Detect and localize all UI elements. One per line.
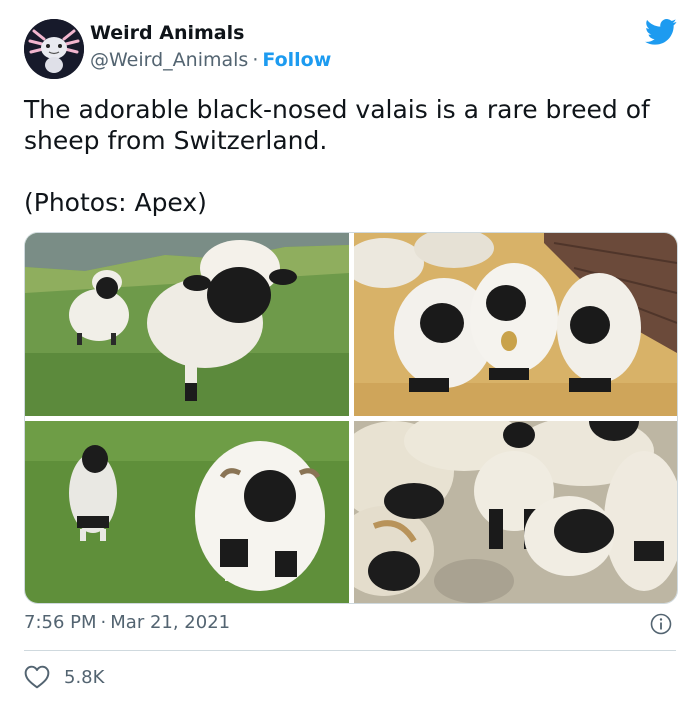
sheep-photo-2 bbox=[354, 233, 677, 416]
media-grid bbox=[24, 232, 678, 604]
twitter-bird-icon[interactable] bbox=[645, 18, 677, 46]
axolotl-avatar-image bbox=[24, 19, 84, 79]
author-handle[interactable]: @Weird_Animals bbox=[90, 49, 248, 71]
tweet-time: 7:56 PM bbox=[24, 612, 97, 633]
author-name[interactable]: Weird Animals bbox=[90, 22, 244, 44]
heart-icon[interactable] bbox=[24, 665, 50, 689]
info-icon[interactable] bbox=[650, 613, 672, 635]
tweet-credit: (Photos: Apex) bbox=[24, 188, 207, 217]
like-action[interactable]: 5.8K bbox=[24, 664, 104, 690]
divider bbox=[24, 650, 676, 651]
author-handle-row: @Weird_Animals · Follow bbox=[90, 49, 331, 71]
follow-button[interactable]: Follow bbox=[262, 49, 331, 71]
like-count: 5.8K bbox=[64, 666, 105, 688]
sheep-photo-4 bbox=[354, 421, 677, 603]
photo-2[interactable] bbox=[354, 233, 677, 416]
separator-dot: · bbox=[252, 49, 259, 71]
tweet-card: Weird Animals @Weird_Animals · Follow The … bbox=[0, 0, 700, 703]
photo-1[interactable] bbox=[25, 233, 349, 416]
separator-dot: · bbox=[100, 612, 107, 633]
tweet-timestamp[interactable]: 7:56 PM · Mar 21, 2021 bbox=[24, 612, 230, 633]
tweet-text: The adorable black-nosed valais is a rar… bbox=[24, 94, 674, 218]
tweet-date: Mar 21, 2021 bbox=[110, 612, 231, 633]
photo-4[interactable] bbox=[354, 421, 677, 603]
tweet-body: The adorable black-nosed valais is a rar… bbox=[24, 95, 650, 155]
sheep-photo-3 bbox=[25, 421, 349, 603]
photo-3[interactable] bbox=[25, 421, 349, 603]
avatar[interactable] bbox=[24, 19, 84, 79]
sheep-photo-1 bbox=[25, 233, 349, 416]
